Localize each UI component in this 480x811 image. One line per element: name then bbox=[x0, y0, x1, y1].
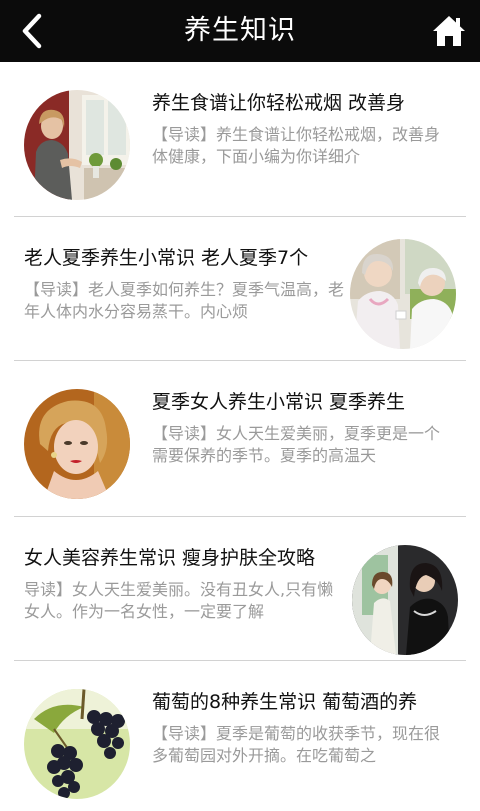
article-thumbnail bbox=[350, 239, 456, 349]
article-title: 养生食谱让你轻松戒烟 改善身 bbox=[152, 92, 406, 114]
article-title: 夏季女人养生小常识 夏季养生 bbox=[152, 391, 406, 413]
list-item[interactable]: 养生食谱让你轻松戒烟 改善身 【导读】养生食谱让你轻松戒烟，改善身体健康，下面小… bbox=[0, 62, 480, 212]
article-summary: 【导读】女人天生爱美丽，夏季更是一个需要保养的季节。夏季的高温天 bbox=[152, 424, 441, 465]
women-fashion-image bbox=[352, 545, 458, 655]
article-summary: 导读】女人天生爱美丽。没有丑女人,只有懒女人。作为一名女性，一定要了解 bbox=[24, 580, 334, 621]
list-item[interactable]: 夏季女人养生小常识 夏季养生 【导读】女人天生爱美丽，夏季更是一个需要保养的季节… bbox=[0, 361, 480, 511]
article-summary: 【导读】养生食谱让你轻松戒烟，改善身体健康，下面小编为你详细介 bbox=[152, 125, 441, 166]
list-item[interactable]: 葡萄的8种养生常识 葡萄酒的养 【导读】夏季是葡萄的收获季节，现在很多葡萄园对外… bbox=[0, 661, 480, 811]
article-thumbnail bbox=[24, 90, 130, 200]
article-thumbnail bbox=[352, 545, 458, 655]
list-item[interactable]: 老人夏季养生小常识 老人夏季7个 【导读】老人夏季如何养生？夏季气温高，老年人体… bbox=[0, 217, 480, 367]
home-button[interactable] bbox=[426, 10, 472, 52]
top-bar: 养生知识 bbox=[0, 0, 480, 62]
chevron-left-icon bbox=[22, 13, 42, 49]
back-button[interactable] bbox=[10, 10, 54, 52]
home-icon bbox=[433, 16, 465, 46]
grapes-image bbox=[24, 689, 130, 799]
woman-window-image bbox=[24, 90, 130, 200]
woman-portrait-image bbox=[24, 389, 130, 499]
article-thumbnail bbox=[24, 389, 130, 499]
elderly-couple-image bbox=[350, 239, 456, 349]
article-summary: 【导读】夏季是葡萄的收获季节，现在很多葡萄园对外开摘。在吃葡萄之 bbox=[152, 724, 441, 765]
article-thumbnail bbox=[24, 689, 130, 799]
article-title: 葡萄的8种养生常识 葡萄酒的养 bbox=[152, 691, 418, 713]
article-summary: 【导读】老人夏季如何养生？夏季气温高，老年人体内水分容易蒸干。内心烦 bbox=[24, 280, 344, 321]
list-item[interactable]: 女人美容养生常识 瘦身护肤全攻略 导读】女人天生爱美丽。没有丑女人,只有懒女人。… bbox=[0, 517, 480, 667]
page-title: 养生知识 bbox=[184, 15, 296, 46]
article-title: 老人夏季养生小常识 老人夏季7个 bbox=[24, 247, 309, 269]
article-title: 女人美容养生常识 瘦身护肤全攻略 bbox=[24, 547, 316, 569]
